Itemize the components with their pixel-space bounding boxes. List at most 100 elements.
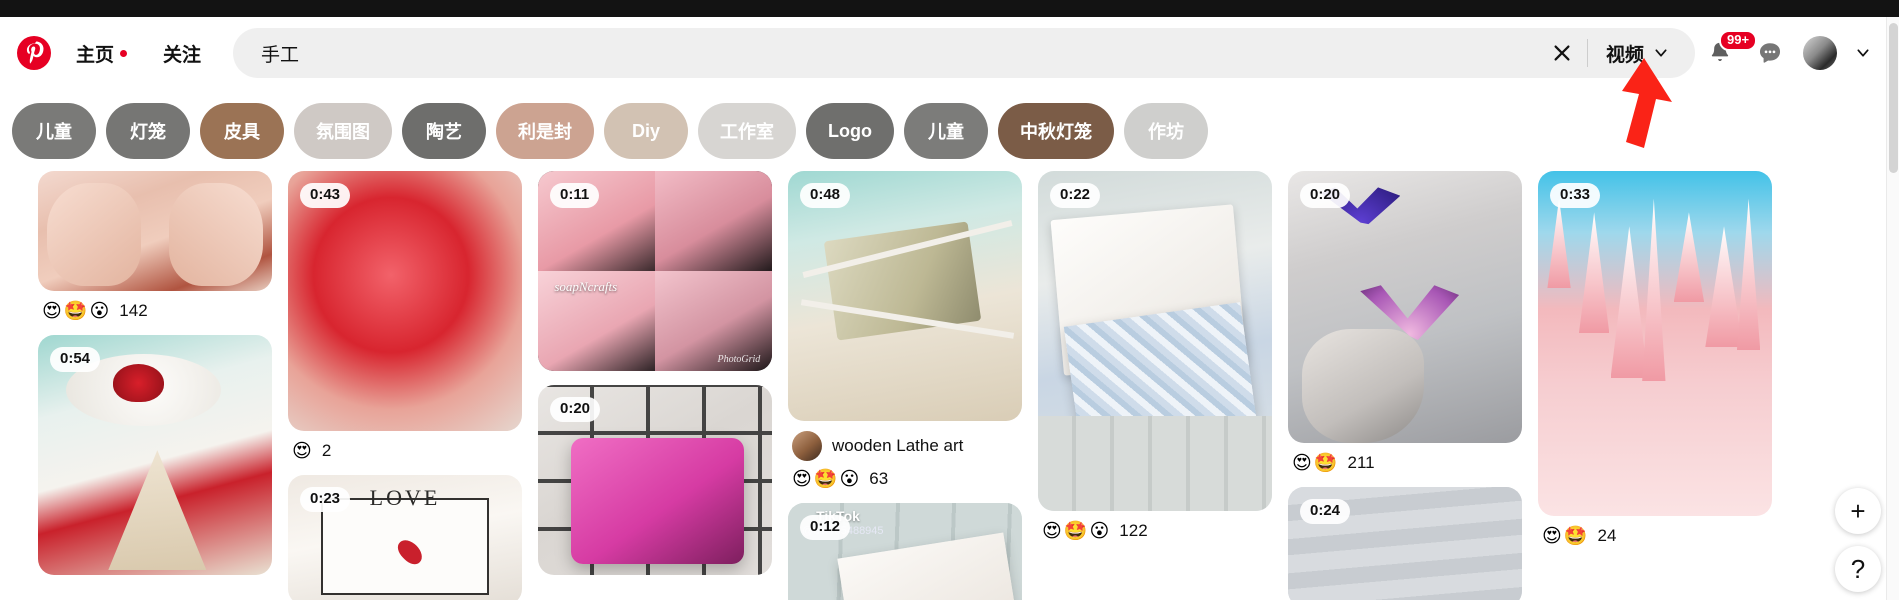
pinterest-logo-icon[interactable] <box>10 29 58 77</box>
filter-chip-label: 氛围图 <box>316 122 370 142</box>
nav-item-home[interactable]: 主页 <box>58 29 145 77</box>
filter-chip-8[interactable]: Logo <box>806 103 894 159</box>
browser-chrome-strip <box>0 0 1899 17</box>
filter-chip-10[interactable]: 中秋灯笼 <box>997 103 1114 159</box>
pin-card[interactable]: TikTok@user854889450:12 <box>788 503 1022 600</box>
video-duration-badge: 0:23 <box>300 487 351 512</box>
nav-item-home-label: 主页 <box>76 44 115 66</box>
pin-reactions[interactable]: 😍 2 <box>292 441 518 461</box>
floating-action-buttons: +? <box>1835 488 1881 592</box>
reaction-emoji-icon: 😍 <box>1542 525 1562 547</box>
content-type-dropdown[interactable]: 视频 <box>1594 33 1685 73</box>
search-bar[interactable]: 视频 <box>233 28 1695 78</box>
pin-column-0: 😍 🤩 😮 142 0:54 <box>38 171 272 589</box>
pin-card[interactable]: 0:22 😍 🤩 😮 122 <box>1038 171 1272 541</box>
reaction-emoji-icon: 🤩 <box>1563 525 1588 547</box>
filter-chip-11[interactable]: 作坊 <box>1123 103 1208 159</box>
speech-bubble-icon <box>1759 43 1781 63</box>
pin-thumbnail[interactable]: 0:20 <box>1288 171 1522 443</box>
author-avatar <box>792 431 822 461</box>
pin-meta: 😍 🤩 😮 122 <box>1038 511 1272 541</box>
filter-chip-label: 利是封 <box>518 122 572 142</box>
pin-thumbnail[interactable]: 0:48 <box>788 171 1022 421</box>
pin-reactions[interactable]: 😍 🤩 😮 122 <box>1042 521 1268 541</box>
pin-column-3: 0:48 wooden Lathe art 😍🤩😮 63 TikTok@user8548… <box>788 171 1022 600</box>
pin-thumbnail[interactable]: 0:43 <box>288 171 522 431</box>
nav-item-following[interactable]: 关注 <box>145 29 219 77</box>
pin-author[interactable]: wooden Lathe art <box>792 431 1018 461</box>
page-scrollbar[interactable] <box>1886 17 1899 600</box>
pin-reactions[interactable]: 😍 🤩 😮 142 <box>42 301 268 321</box>
filter-chip-6[interactable]: Diy <box>604 103 688 159</box>
pin-card[interactable]: 0:20 <box>538 385 772 575</box>
video-duration-badge: 0:22 <box>1050 183 1101 208</box>
help-button-label: ? <box>1850 553 1866 584</box>
pin-meta: 😍 2 <box>288 431 522 461</box>
filter-chip-1[interactable]: 灯笼 <box>106 103 190 159</box>
reaction-count: 24 <box>1597 526 1617 545</box>
pin-card[interactable]: 0:33 😍 🤩 24 <box>1538 171 1772 546</box>
filter-chip-label: Diy <box>631 120 660 141</box>
filter-chip-4[interactable]: 陶艺 <box>402 103 486 159</box>
reaction-emoji-icon: 😍 <box>292 440 312 462</box>
filter-chip-2[interactable]: 皮具 <box>200 103 284 159</box>
pin-card[interactable]: 0:24 <box>1288 487 1522 600</box>
nav-item-following-label: 关注 <box>163 44 202 66</box>
chevron-down-icon <box>1857 49 1869 57</box>
reaction-count: 63 <box>869 469 889 488</box>
pin-reactions[interactable]: 😍 🤩 24 <box>1542 526 1768 546</box>
reaction-emoji-icon: 🤩 <box>1313 452 1338 474</box>
pin-thumbnail[interactable] <box>38 171 272 291</box>
reaction-count: 142 <box>119 301 148 320</box>
pin-thumbnail[interactable]: 0:33 <box>1538 171 1772 516</box>
chevron-down-icon <box>1655 49 1667 57</box>
filter-chip-label: 皮具 <box>224 122 260 142</box>
pin-reactions[interactable]: 😍 🤩 211 <box>1292 453 1518 473</box>
pin-card[interactable]: 😍 🤩 😮 142 <box>38 171 272 321</box>
pin-card[interactable]: 0:20 😍 🤩 211 <box>1288 171 1522 473</box>
pin-thumbnail[interactable]: soapNcrafts PhotoGrid 0:11 <box>538 171 772 371</box>
pin-card[interactable]: 0:54 <box>38 335 272 575</box>
filter-chip-0[interactable]: 儿童 <box>12 103 96 159</box>
account-menu-toggle[interactable] <box>1845 28 1881 78</box>
filter-chip-9[interactable]: 儿童 <box>903 103 988 159</box>
pin-card[interactable]: 0:43 😍 2 <box>288 171 522 461</box>
pin-card[interactable]: LOVE 0:23 <box>288 475 522 600</box>
pin-reactions[interactable]: 😍 🤩 😮 63 <box>792 469 1018 489</box>
pin-thumbnail[interactable]: LOVE 0:23 <box>288 475 522 600</box>
search-input[interactable] <box>261 42 1543 64</box>
scrollbar-thumb[interactable] <box>1889 23 1898 173</box>
pin-thumbnail[interactable]: 0:20 <box>538 385 772 575</box>
video-duration-badge: 0:24 <box>1300 499 1351 524</box>
pin-card[interactable]: soapNcrafts PhotoGrid 0:11 <box>538 171 772 371</box>
help-button[interactable]: ? <box>1835 546 1881 592</box>
filter-chip-7[interactable]: 工作室 <box>698 103 796 159</box>
filter-chip-label: 儿童 <box>927 122 964 142</box>
video-duration-badge: 0:11 <box>550 183 600 208</box>
video-duration-badge: 0:48 <box>800 183 851 208</box>
reaction-emoji-icon: 😮 <box>839 468 860 490</box>
create-button-label: + <box>1850 495 1866 526</box>
pin-card[interactable]: 0:48 wooden Lathe art 😍 🤩 😮 63 <box>788 171 1022 489</box>
app-header: 主页 关注 视频 99+ <box>0 17 1899 89</box>
pin-thumbnail[interactable]: 0:22 <box>1038 171 1272 511</box>
notifications-button[interactable]: 99+ <box>1695 28 1758 78</box>
filter-chip-5[interactable]: 利是封 <box>496 103 594 159</box>
clear-search-icon[interactable] <box>1543 34 1581 72</box>
pin-thumbnail[interactable]: TikTok@user854889450:12 <box>788 503 1022 600</box>
author-name: wooden Lathe art <box>832 436 964 455</box>
filter-chip-row: 儿童 灯笼 皮具 氛围图 陶艺 利是封 Diy 工作室 Logo 儿童 中秋灯笼 作坊 <box>0 89 1899 171</box>
pin-meta: 😍 🤩 😮 142 <box>38 291 272 321</box>
pin-grid: 😍 🤩 😮 142 0:54 0:43 😍 2 LOVE 0:23 soapNcrafts Photo… <box>0 171 1899 600</box>
reaction-count: 122 <box>1119 521 1148 540</box>
video-duration-badge: 0:33 <box>1550 183 1601 208</box>
filter-chip-3[interactable]: 氛围图 <box>294 103 392 159</box>
video-duration-badge: 0:43 <box>300 183 351 208</box>
video-duration-badge: 0:20 <box>550 397 601 422</box>
messages-button[interactable] <box>1745 28 1795 78</box>
pin-thumbnail[interactable]: 0:54 <box>38 335 272 575</box>
create-button[interactable]: + <box>1835 488 1881 534</box>
reaction-emoji-icon: 🤩 <box>1063 520 1088 542</box>
account-button[interactable] <box>1795 28 1845 78</box>
pin-thumbnail[interactable]: 0:24 <box>1288 487 1522 600</box>
